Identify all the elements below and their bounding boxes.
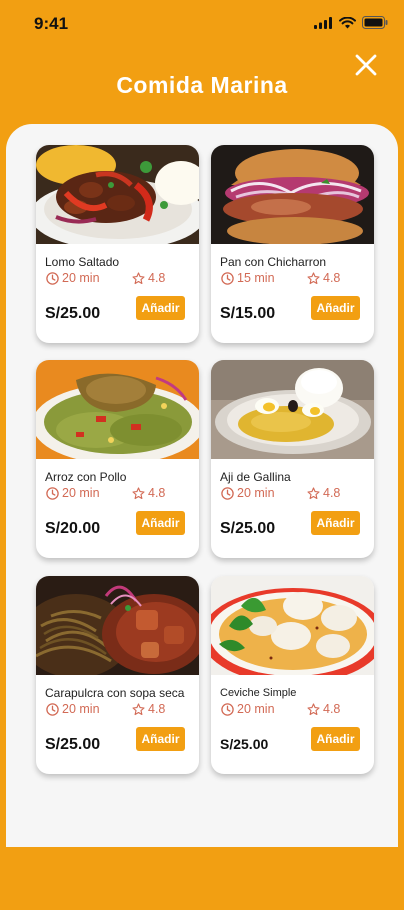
food-image-pan-con-chicharron bbox=[211, 145, 374, 244]
add-button[interactable]: Añadir bbox=[311, 296, 360, 320]
signal-icon bbox=[314, 16, 332, 29]
star-icon bbox=[132, 702, 145, 715]
food-name: Aji de Gallina bbox=[220, 470, 291, 484]
wifi-icon bbox=[339, 16, 356, 28]
food-image-carapulcra bbox=[36, 576, 199, 675]
food-price: S/25.00 bbox=[220, 520, 276, 537]
star-icon bbox=[132, 271, 145, 284]
status-time: 9:41 bbox=[34, 14, 69, 33]
star-icon bbox=[307, 486, 320, 499]
food-image-ceviche-simple bbox=[211, 576, 374, 675]
prep-time: 20 min bbox=[46, 271, 100, 285]
food-card[interactable]: Ceviche Simple 20 min 4.8 S/25.00 Añadir bbox=[211, 576, 374, 774]
add-button[interactable]: Añadir bbox=[136, 296, 185, 320]
clock-icon bbox=[46, 271, 59, 285]
time-label: 20 min bbox=[62, 486, 100, 500]
food-image-lomo-saltado bbox=[36, 145, 199, 244]
prep-time: 20 min bbox=[221, 486, 275, 500]
rating: 4.8 bbox=[307, 486, 340, 500]
rating-label: 4.8 bbox=[323, 702, 341, 716]
clock-icon bbox=[221, 486, 234, 500]
rating: 4.8 bbox=[307, 702, 340, 716]
food-name: Pan con Chicharron bbox=[220, 255, 327, 269]
time-label: 20 min bbox=[237, 486, 275, 500]
clock-icon bbox=[46, 702, 59, 716]
add-button[interactable]: Añadir bbox=[311, 511, 360, 535]
add-button[interactable]: Añadir bbox=[311, 727, 360, 751]
clock-icon bbox=[221, 271, 234, 285]
food-card[interactable]: Arroz con Pollo 20 min 4.8 S/20.00 Añadi… bbox=[36, 360, 199, 558]
time-label: 20 min bbox=[237, 702, 275, 716]
food-price: S/25.00 bbox=[45, 736, 101, 753]
star-icon bbox=[307, 702, 320, 715]
food-card[interactable]: Pan con Chicharron 15 min 4.8 S/15.00 Añ… bbox=[211, 145, 374, 343]
battery-icon bbox=[362, 16, 388, 29]
rating: 4.8 bbox=[307, 271, 340, 285]
clock-icon bbox=[221, 702, 234, 716]
rating-label: 4.8 bbox=[323, 271, 341, 285]
star-icon bbox=[307, 271, 320, 284]
food-name: Ceviche Simple bbox=[220, 687, 297, 699]
rating: 4.8 bbox=[132, 702, 165, 716]
prep-time: 20 min bbox=[46, 486, 100, 500]
status-icons bbox=[314, 16, 388, 29]
rating-label: 4.8 bbox=[148, 702, 166, 716]
add-button[interactable]: Añadir bbox=[136, 727, 185, 751]
food-name: Lomo Saltado bbox=[45, 255, 120, 269]
rating-label: 4.8 bbox=[148, 271, 166, 285]
rating: 4.8 bbox=[132, 486, 165, 500]
page-title: Comida Marina bbox=[116, 72, 288, 98]
food-price: S/15.00 bbox=[220, 305, 276, 322]
food-name: Carapulcra con sopa seca bbox=[45, 686, 185, 700]
prep-time: 15 min bbox=[221, 271, 275, 285]
time-label: 15 min bbox=[237, 271, 275, 285]
food-card[interactable]: Aji de Gallina 20 min 4.8 S/25.00 Añadir bbox=[211, 360, 374, 558]
prep-time: 20 min bbox=[221, 702, 275, 716]
rating-label: 4.8 bbox=[148, 486, 166, 500]
prep-time: 20 min bbox=[46, 702, 100, 716]
food-image-arroz-con-pollo bbox=[36, 360, 199, 459]
rating-label: 4.8 bbox=[323, 486, 341, 500]
rating: 4.8 bbox=[132, 271, 165, 285]
food-image-aji-de-gallina bbox=[211, 360, 374, 459]
star-icon bbox=[132, 486, 145, 499]
clock-icon bbox=[46, 486, 59, 500]
food-card[interactable]: Lomo Saltado 20 min 4.8 S/25.00 Añadir bbox=[36, 145, 199, 343]
food-name: Arroz con Pollo bbox=[45, 470, 127, 484]
time-label: 20 min bbox=[62, 271, 100, 285]
food-card[interactable]: Carapulcra con sopa seca 20 min 4.8 S/25… bbox=[36, 576, 199, 774]
add-button[interactable]: Añadir bbox=[136, 511, 185, 535]
food-price: S/25.00 bbox=[220, 736, 269, 752]
food-price: S/20.00 bbox=[45, 520, 101, 537]
time-label: 20 min bbox=[62, 702, 100, 716]
food-price: S/25.00 bbox=[45, 305, 101, 322]
status-bar: 9:41 bbox=[0, 0, 404, 46]
